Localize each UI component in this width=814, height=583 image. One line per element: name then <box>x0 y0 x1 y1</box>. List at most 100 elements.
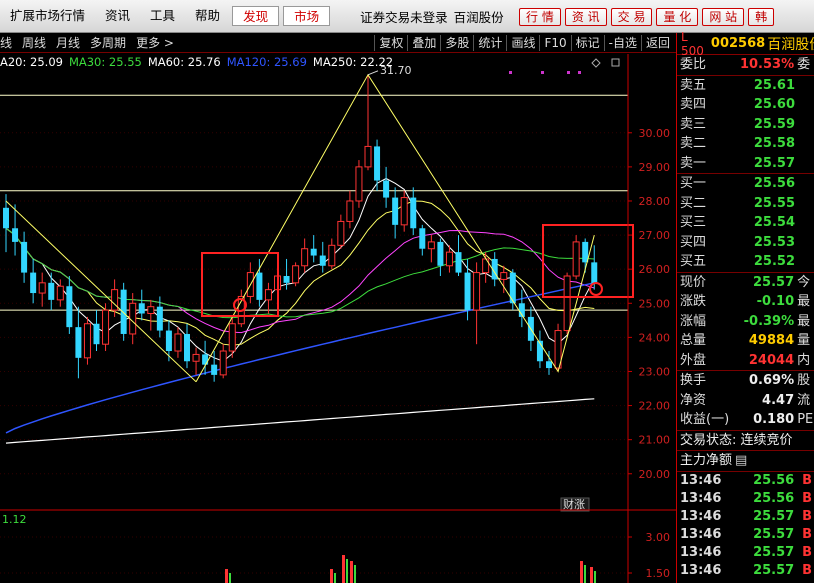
sell-level-5-label: 卖五 <box>680 77 707 93</box>
menu-tools[interactable]: 工具 <box>140 6 185 26</box>
statistics-button[interactable]: 统计 <box>473 35 506 51</box>
fundamental-stats: 换手 0.69% 股净资 4.47 流收益(一) 0.180 PE <box>677 371 814 430</box>
period-month[interactable]: 月线 <box>51 34 85 51</box>
candle-body-up <box>445 251 453 267</box>
period-multi[interactable]: 多周期 <box>85 34 131 51</box>
panel-header: L 500 002568 百润股份 <box>677 30 814 58</box>
candle-body-down <box>138 303 145 314</box>
quick-website-button[interactable]: 网 站 <box>702 8 745 26</box>
back-button[interactable]: 返回 <box>640 35 674 51</box>
sell-level-5: 卖五 25.61 <box>677 76 814 96</box>
mark-button[interactable]: 标记 <box>570 35 604 51</box>
fund-row-1: 净资 4.47 流 <box>677 391 814 411</box>
candle-body-down <box>21 241 28 273</box>
f10-button[interactable]: F10 <box>539 35 570 51</box>
sell-book: 卖五 25.61 卖四 25.60 卖三 25.59 卖二 25.58 卖一 25.57 <box>677 76 814 174</box>
current-stock-name: 百润股份 <box>453 9 504 25</box>
period-week[interactable]: 周线 <box>17 34 51 51</box>
adjust-button[interactable]: 复权 <box>374 35 407 51</box>
candle-body-down <box>75 327 82 358</box>
menu-extended-market[interactable]: 扩展市场行情 <box>0 6 95 26</box>
sub-bar <box>584 565 586 583</box>
candle-body-up <box>102 309 110 345</box>
remove-watchlist-button[interactable]: -自选 <box>603 35 641 51</box>
y-tick-label: 27.00 <box>639 229 671 242</box>
menu-market[interactable]: 市场 <box>283 6 331 26</box>
buy-level-5-value: 25.52 <box>753 254 795 269</box>
tick-row: 13:46 25.57 B <box>677 562 814 580</box>
quick-quote-button[interactable]: 行 情 <box>519 8 561 26</box>
sell-level-2: 卖二 25.58 <box>677 134 814 154</box>
fund-row-1-ext: 流 <box>797 392 811 408</box>
candle-body-up <box>219 350 227 376</box>
overlay-button[interactable]: 叠加 <box>407 35 440 51</box>
ma60-label: MA60: 25.76 <box>147 55 221 69</box>
buy-level-2: 买二 25.55 <box>677 194 814 214</box>
y-tick-label: 22.00 <box>639 400 671 413</box>
quote-row-0-value: 25.57 <box>753 274 795 290</box>
tick-direction: B <box>802 544 812 560</box>
quote-row-4-value: 24044 <box>748 352 795 368</box>
tick-time: 13:46 <box>680 526 722 542</box>
stock-name[interactable]: 百润股份 <box>767 34 814 54</box>
tick-time: 13:46 <box>680 472 722 488</box>
sub-bar <box>225 569 228 583</box>
fund-row-0-value: 0.69% <box>749 373 795 388</box>
fund-row-2-value: 0.180 <box>753 412 795 427</box>
restore-icon <box>611 58 620 67</box>
candle-body-down <box>319 255 326 266</box>
trade-status-row: 交易状态: 连续竞价 <box>677 431 814 451</box>
quick-extra-button[interactable]: 韩 <box>748 8 775 26</box>
candle-body-down <box>156 306 163 331</box>
tick-price: 25.57 <box>753 562 795 578</box>
sell-level-1-label: 卖一 <box>680 155 707 171</box>
quote-row-3: 总量 49884 量 <box>677 331 814 351</box>
ma250-label: MA250: 22.22 <box>312 55 394 69</box>
sub-tick-label: 3.00 <box>646 531 671 544</box>
menu-discover[interactable]: 发现 <box>232 6 280 26</box>
sell-level-1-value: 25.57 <box>753 155 795 171</box>
draw-line-button[interactable]: 画线 <box>506 35 539 51</box>
signal-dot <box>509 71 512 74</box>
candle-body-up <box>500 272 508 280</box>
weibi-label: 委比 <box>680 57 707 72</box>
quick-news-button[interactable]: 资 讯 <box>564 8 607 26</box>
candle-body-up <box>328 244 336 267</box>
period-more[interactable]: 更多 > <box>131 34 179 51</box>
candle-body-down <box>437 241 444 266</box>
candle-body-up <box>83 323 91 359</box>
candle-body-down <box>546 361 552 369</box>
tick-price: 25.56 <box>753 490 795 506</box>
menu-bar: 扩展市场行情 资讯 工具 帮助 发现 市场 证券交易未登录 百润股份 行 情 资… <box>0 0 814 33</box>
tick-row: 13:46 25.56 B <box>677 490 814 508</box>
candle-body-down <box>464 272 471 311</box>
y-tick-label: 28.00 <box>639 195 671 208</box>
buy-level-4: 买四 25.53 <box>677 233 814 253</box>
sub-bar <box>346 559 348 583</box>
kline-chart[interactable]: 31.70 财涨 30.00 29.00 28.00 27.00 26.00 25.00 24… <box>0 54 676 583</box>
quote-row-0: 现价 25.57 今 <box>677 273 814 293</box>
menu-help[interactable]: 帮助 <box>185 6 230 26</box>
stock-code[interactable]: 002568 <box>711 36 765 51</box>
tick-time: 13:46 <box>680 508 722 524</box>
multi-stock-button[interactable]: 多股 <box>440 35 473 51</box>
main-flow-row[interactable]: 主力净额 ▤ <box>677 451 814 471</box>
quote-panel: L 500 002568 百润股份 委比 10.53% 委 卖五 25.61 卖四 2… <box>676 30 814 583</box>
ma120-line <box>5 282 595 434</box>
tick-direction: B <box>802 472 812 488</box>
quote-row-4-ext: 内 <box>797 352 811 368</box>
ma20-label: A20: 25.09 <box>0 55 63 69</box>
menu-news[interactable]: 资讯 <box>95 6 140 26</box>
signal-dot <box>541 71 544 74</box>
grid-icon[interactable]: ▤ <box>735 451 747 471</box>
quick-quant-button[interactable]: 量 化 <box>656 8 699 26</box>
candle-body-up <box>228 323 236 352</box>
quick-trade-button[interactable]: 交 易 <box>610 8 653 26</box>
sell-level-2-label: 卖二 <box>680 136 707 151</box>
candle-body-down <box>12 228 19 242</box>
quote-row-4-label: 外盘 <box>680 352 707 368</box>
candle-body-up <box>174 333 182 352</box>
y-tick-label: 25.00 <box>639 297 671 310</box>
period-day[interactable]: 线 <box>0 34 17 51</box>
tick-price: 25.57 <box>753 526 795 542</box>
